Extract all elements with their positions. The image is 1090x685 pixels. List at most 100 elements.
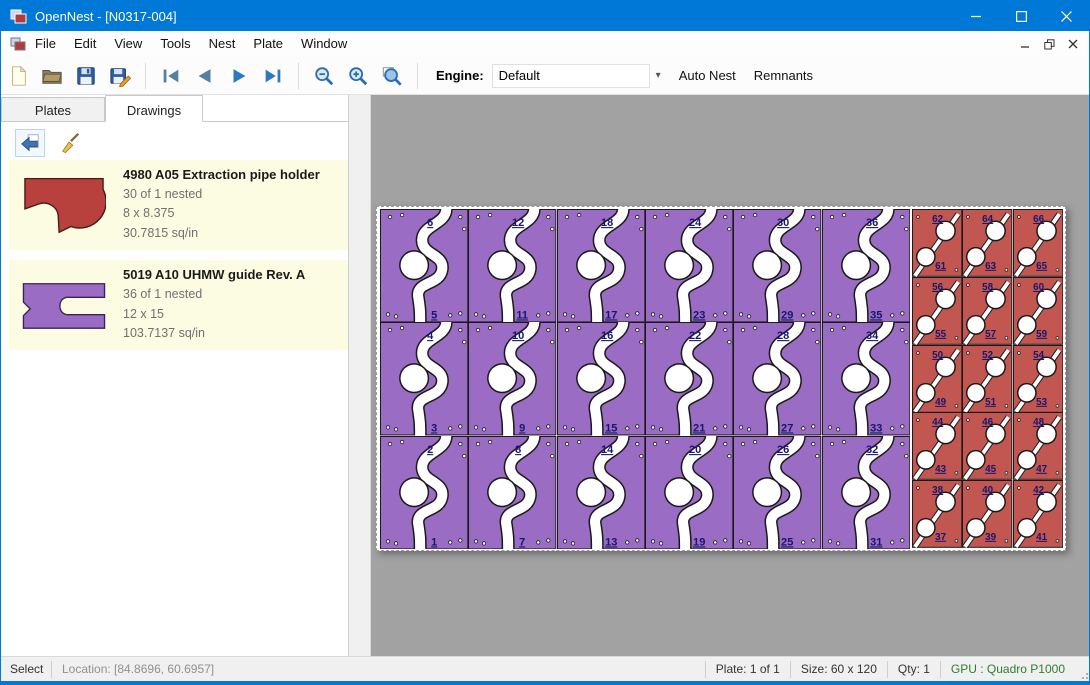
nest-pair-red[interactable]: 46 45 <box>962 412 1012 480</box>
nest-pair-purple[interactable]: 22 21 <box>645 322 733 435</box>
list-item-part-2[interactable]: 5019 A10 UHMW guide Rev. A 36 of 1 neste… <box>9 260 348 350</box>
zoom-out-button[interactable] <box>309 61 339 91</box>
tab-plates[interactable]: Plates <box>1 97 105 121</box>
red-pair-shape: 62 61 <box>912 209 962 277</box>
menu-plate[interactable]: Plate <box>244 31 292 57</box>
nest-pair-purple[interactable]: 4 3 <box>380 322 468 435</box>
mdi-restore-button[interactable] <box>1037 33 1061 55</box>
app-window: OpenNest - [N0317-004] File Edit View To… <box>0 0 1090 685</box>
nest-pair-red[interactable]: 48 47 <box>1013 412 1063 480</box>
mdi-close-button[interactable] <box>1061 33 1085 55</box>
red-pair-shape: 56 55 <box>912 277 962 345</box>
maximize-button[interactable] <box>999 1 1044 31</box>
part-number-bottom: 47 <box>1036 464 1047 475</box>
nest-pair-red[interactable]: 38 37 <box>912 480 962 548</box>
new-icon <box>7 65 29 87</box>
nest-pair-red[interactable]: 50 49 <box>912 345 962 413</box>
nest-pair-red[interactable]: 66 65 <box>1013 209 1063 277</box>
nest-pair-purple[interactable]: 20 19 <box>645 436 733 549</box>
part-number-bottom: 27 <box>781 423 793 435</box>
part-size: 12 x 15 <box>123 305 340 324</box>
nest-pair-purple[interactable]: 30 29 <box>733 209 821 322</box>
menu-edit[interactable]: Edit <box>65 31 105 57</box>
part-number-bottom: 65 <box>1036 261 1047 272</box>
nest-pair-purple[interactable]: 12 11 <box>468 209 556 322</box>
nav-prev-button[interactable] <box>190 61 220 91</box>
menu-window[interactable]: Window <box>292 31 356 57</box>
nest-pair-red[interactable]: 40 39 <box>962 480 1012 548</box>
part-number-top: 2 <box>427 444 433 456</box>
nest-pair-purple[interactable]: 8 7 <box>468 436 556 549</box>
vertical-scrollbar[interactable] <box>349 95 371 656</box>
nest-pair-red[interactable]: 44 43 <box>912 412 962 480</box>
nest-canvas[interactable]: 6 5 12 11 18 17 <box>371 95 1089 656</box>
nest-pair-purple[interactable]: 32 31 <box>822 436 910 549</box>
purple-pair-shape: 28 27 <box>733 322 821 435</box>
tab-drawings[interactable]: Drawings <box>105 95 203 122</box>
remnants-button[interactable]: Remnants <box>754 68 813 83</box>
mdi-minimize-button[interactable] <box>1013 33 1037 55</box>
purple-pair-shape: 10 9 <box>468 322 556 435</box>
part-number-top: 24 <box>689 217 702 229</box>
nest-pair-purple[interactable]: 16 15 <box>557 322 645 435</box>
part-number-bottom: 35 <box>870 309 882 321</box>
nest-pair-purple[interactable]: 6 5 <box>380 209 468 322</box>
nest-pair-red[interactable]: 42 41 <box>1013 480 1063 548</box>
close-button[interactable] <box>1044 1 1089 31</box>
nav-first-button[interactable] <box>156 61 186 91</box>
plate-sheet[interactable]: 6 5 12 11 18 17 <box>376 206 1066 551</box>
engine-combobox[interactable]: Default <box>492 64 650 88</box>
nest-pair-purple[interactable]: 26 25 <box>733 436 821 549</box>
combo-caret-icon[interactable]: ▾ <box>656 70 661 81</box>
open-button[interactable] <box>37 61 67 91</box>
part-number-top: 28 <box>777 331 789 343</box>
nest-pair-red[interactable]: 64 63 <box>962 209 1012 277</box>
nest-pair-purple[interactable]: 36 35 <box>822 209 910 322</box>
zoom-in-button[interactable] <box>343 61 373 91</box>
part-number-top: 4 <box>427 331 434 343</box>
menu-tools[interactable]: Tools <box>151 31 199 57</box>
nav-last-button[interactable] <box>258 61 288 91</box>
menu-nest[interactable]: Nest <box>200 31 245 57</box>
nest-pair-purple[interactable]: 34 33 <box>822 322 910 435</box>
new-button[interactable] <box>3 61 33 91</box>
nest-pair-purple[interactable]: 2 1 <box>380 436 468 549</box>
window-title: OpenNest - [N0317-004] <box>35 9 177 24</box>
nest-pair-red[interactable]: 60 59 <box>1013 277 1063 345</box>
purple-pair-shape: 2 1 <box>380 436 468 549</box>
nest-pair-red[interactable]: 52 51 <box>962 345 1012 413</box>
nest-pair-purple[interactable]: 18 17 <box>557 209 645 322</box>
list-item-part-1[interactable]: 4980 A05 Extraction pipe holder 30 of 1 … <box>9 160 348 250</box>
red-pair-shape: 44 43 <box>912 412 962 480</box>
red-pair-shape: 60 59 <box>1013 277 1063 345</box>
save-button[interactable] <box>71 61 101 91</box>
menu-view[interactable]: View <box>105 31 151 57</box>
nest-pair-purple[interactable]: 24 23 <box>645 209 733 322</box>
part-area: 30.7815 sq/in <box>123 224 340 243</box>
mdi-close-icon <box>1068 39 1078 49</box>
part-nested-count: 30 of 1 nested <box>123 185 340 204</box>
purple-pair-shape: 26 25 <box>733 436 821 549</box>
zoom-fit-button[interactable] <box>377 61 407 91</box>
purple-pair-shape: 16 15 <box>557 322 645 435</box>
nest-pair-red[interactable]: 56 55 <box>912 277 962 345</box>
nest-pair-purple[interactable]: 28 27 <box>733 322 821 435</box>
titlebar[interactable]: OpenNest - [N0317-004] <box>1 1 1089 31</box>
auto-nest-button[interactable]: Auto Nest <box>679 68 736 83</box>
red-pair-shape: 54 53 <box>1013 345 1063 413</box>
minimize-button[interactable] <box>954 1 999 31</box>
clear-button[interactable] <box>55 129 85 157</box>
nest-pair-red[interactable]: 54 53 <box>1013 345 1063 413</box>
nav-next-button[interactable] <box>224 61 254 91</box>
part-number-bottom: 49 <box>935 396 946 407</box>
nest-pair-purple[interactable]: 14 13 <box>557 436 645 549</box>
resize-grip[interactable] <box>1075 657 1089 682</box>
nest-pair-red[interactable]: 62 61 <box>912 209 962 277</box>
nest-pair-purple[interactable]: 10 9 <box>468 322 556 435</box>
import-part-button[interactable] <box>15 129 45 157</box>
save-as-button[interactable] <box>105 61 135 91</box>
nest-pair-red[interactable]: 58 57 <box>962 277 1012 345</box>
menu-file[interactable]: File <box>26 31 65 57</box>
part-number-bottom: 57 <box>985 329 996 340</box>
purple-pair-shape: 22 21 <box>645 322 733 435</box>
